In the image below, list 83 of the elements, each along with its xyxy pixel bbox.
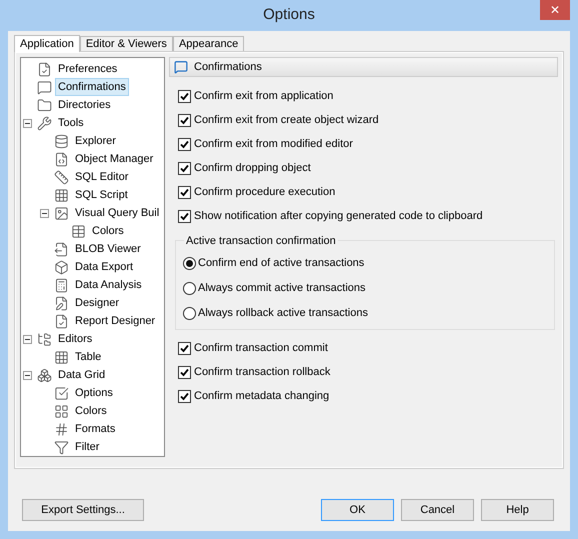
radio-button[interactable]: [183, 282, 196, 294]
grid-icon: [54, 350, 69, 364]
checkbox-label[interactable]: Show notification after copying generated code to clipboard: [194, 208, 483, 225]
tree-item[interactable]: Colors: [89, 222, 127, 240]
checkbox[interactable]: [178, 210, 191, 223]
hash-icon: [54, 422, 69, 436]
collapse-icon[interactable]: [22, 370, 32, 380]
checkbox-label[interactable]: Confirm transaction rollback: [194, 364, 330, 381]
radio-label[interactable]: Confirm end of active transactions: [198, 254, 364, 272]
tree-item[interactable]: Preferences: [55, 60, 120, 78]
close-button[interactable]: ✕: [540, 0, 570, 20]
checkbox-label[interactable]: Confirm exit from application: [194, 88, 334, 105]
radio-button[interactable]: [183, 306, 196, 320]
collapse-icon[interactable]: [22, 334, 32, 344]
tree-item[interactable]: Data Export: [72, 258, 136, 276]
table-icon: [71, 224, 86, 238]
checkbox[interactable]: [178, 366, 191, 379]
checkbox-label[interactable]: Confirm dropping object: [194, 160, 311, 177]
tree-item[interactable]: Object Manager: [72, 150, 156, 168]
tab[interactable]: Appearance: [172, 36, 244, 51]
tree-item[interactable]: Data Grid: [55, 366, 108, 384]
document-pen-icon: [54, 296, 69, 310]
checkbox[interactable]: [178, 138, 191, 151]
radio-label[interactable]: Always rollback active transactions: [198, 304, 368, 322]
document-check-icon: [37, 62, 52, 76]
checkbox-icon: [54, 386, 69, 400]
collapse-icon[interactable]: [40, 208, 48, 218]
cube-icon: [54, 260, 69, 274]
checkbox[interactable]: [178, 342, 191, 355]
wrench-icon: [37, 116, 52, 130]
help-button[interactable]: Help: [481, 499, 554, 521]
tab[interactable]: Editor & Viewers: [80, 36, 173, 51]
checkbox[interactable]: [178, 390, 191, 403]
export-settings-button[interactable]: Export Settings...: [22, 499, 144, 521]
calculator-icon: [54, 278, 69, 292]
tree-item[interactable]: Data Analysis: [72, 276, 145, 294]
panel-title: Confirmations: [194, 60, 262, 75]
grid-icon: [54, 404, 69, 418]
tree-item[interactable]: Tools: [55, 114, 87, 132]
tree-item[interactable]: Colors: [72, 402, 110, 420]
tree-item[interactable]: Options: [72, 384, 116, 402]
checkbox[interactable]: [178, 90, 191, 103]
tree-item[interactable]: Formats: [72, 420, 118, 438]
folder-icon: [37, 98, 52, 112]
database-icon: [54, 134, 69, 148]
radio-button[interactable]: [183, 256, 196, 270]
checkbox-label[interactable]: Confirm exit from create object wizard: [194, 112, 379, 129]
tree-item[interactable]: SQL Editor: [72, 168, 132, 186]
tree-item[interactable]: Filter: [72, 438, 102, 456]
cancel-button[interactable]: Cancel: [401, 499, 474, 521]
image-icon: [54, 206, 69, 220]
radio-label[interactable]: Always commit active transactions: [198, 280, 366, 296]
tree-item[interactable]: Explorer: [72, 132, 119, 150]
tree-item[interactable]: Directories: [55, 96, 114, 114]
tree-item[interactable]: Editors: [55, 330, 96, 348]
tab[interactable]: Application: [14, 35, 80, 52]
filter-icon: [54, 440, 69, 454]
code-file-icon: [54, 152, 69, 166]
tree-item[interactable]: Confirmations: [55, 78, 129, 96]
checkbox[interactable]: [178, 186, 191, 199]
tree-item[interactable]: SQL Script: [72, 186, 131, 204]
tree-item[interactable]: Designer: [72, 294, 122, 312]
ruler-icon: [54, 170, 69, 184]
checkbox-label[interactable]: Confirm metadata changing: [194, 388, 330, 405]
grid-icon: [54, 188, 69, 202]
message-icon: [174, 60, 188, 74]
checkbox[interactable]: [178, 114, 191, 127]
window-title: Options: [263, 5, 315, 26]
ok-button[interactable]: OK: [321, 499, 394, 521]
tree-item[interactable]: Report Designer: [72, 312, 158, 330]
message-icon: [37, 80, 52, 94]
tree-item[interactable]: Table: [72, 348, 104, 366]
checkbox-label[interactable]: Confirm exit from modified editor: [194, 136, 353, 153]
checkbox[interactable]: [178, 162, 191, 175]
boxes-icon: [37, 368, 52, 382]
collapse-icon[interactable]: [22, 118, 32, 128]
tree-item[interactable]: Visual Query Buil: [72, 204, 162, 222]
checkbox-label[interactable]: Confirm transaction commit: [194, 340, 328, 357]
checkbox-label[interactable]: Confirm procedure execution: [194, 184, 336, 201]
tree-item[interactable]: BLOB Viewer: [72, 240, 144, 258]
tree-icon: [37, 332, 52, 346]
export-icon: [54, 242, 69, 256]
document-check-icon: [54, 314, 69, 328]
